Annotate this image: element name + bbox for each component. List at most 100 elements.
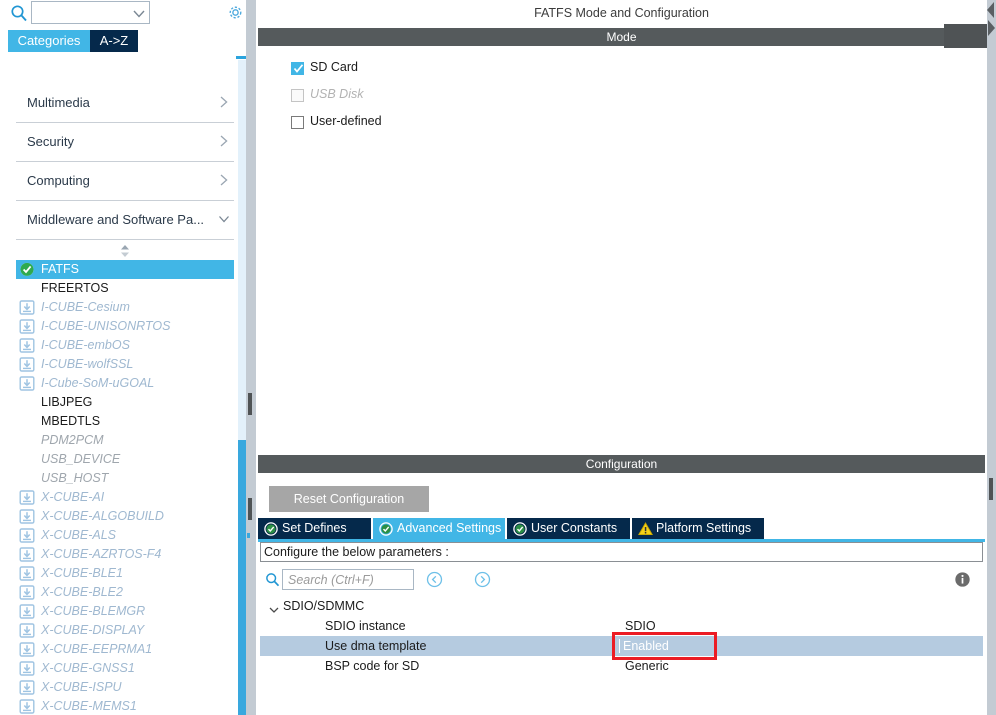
- list-item[interactable]: MBEDTLS: [16, 412, 234, 431]
- download-pack-icon: [19, 300, 35, 315]
- tab-platform-settings[interactable]: Platform Settings: [632, 518, 764, 539]
- category-label: Multimedia: [27, 95, 90, 110]
- mode-option-label: SD Card: [310, 60, 358, 74]
- download-pack-icon: [19, 490, 35, 505]
- table-row[interactable]: Use dma template Enabled: [260, 632, 983, 660]
- checkbox-user-defined[interactable]: [291, 116, 304, 129]
- download-pack-icon: [19, 319, 35, 334]
- list-item[interactable]: X-CUBE-BLE2: [16, 583, 234, 602]
- check-circle-green-icon: [19, 262, 35, 277]
- list-item[interactable]: X-CUBE-BLEMGR: [16, 602, 234, 621]
- download-pack-icon: [19, 566, 35, 581]
- category-group-multimedia[interactable]: Multimedia: [16, 84, 234, 123]
- list-item[interactable]: X-CUBE-AZRTOS-F4: [16, 545, 234, 564]
- download-pack-icon: [19, 680, 35, 695]
- list-item[interactable]: X-CUBE-DISPLAY: [16, 621, 234, 640]
- list-item[interactable]: X-CUBE-AI: [16, 488, 234, 507]
- tab-a-to-z[interactable]: A->Z: [90, 30, 138, 52]
- parameter-search-input[interactable]: [286, 572, 410, 588]
- category-group-computing[interactable]: Computing: [16, 162, 234, 201]
- list-item-label: X-CUBE-DISPLAY: [41, 623, 145, 637]
- chevron-left-circle-icon[interactable]: [426, 571, 443, 588]
- chevron-down-icon[interactable]: [133, 8, 145, 18]
- window-right-grip[interactable]: [989, 478, 993, 500]
- component-browser-panel: Categories A->Z Multimedia Security Comp…: [0, 0, 250, 715]
- divider-grip-bottom[interactable]: [248, 498, 252, 520]
- tree-group-sdio-sdmmc[interactable]: SDIO/SDMMC: [260, 596, 983, 616]
- parameter-value: Enabled: [623, 639, 669, 653]
- list-item-label: I-CUBE-wolfSSL: [41, 357, 134, 371]
- list-item[interactable]: X-CUBE-ISPU: [16, 678, 234, 697]
- list-item-label: USB_DEVICE: [41, 452, 121, 466]
- chevron-right-circle-icon[interactable]: [474, 571, 491, 588]
- category-group-middleware[interactable]: Middleware and Software Pa...: [16, 201, 234, 240]
- configuration-panel: FATFS Mode and Configuration Mode SD Car…: [256, 0, 987, 715]
- component-search-row: [0, 0, 250, 28]
- parameter-value: SDIO: [625, 619, 656, 633]
- list-item[interactable]: FREERTOS: [16, 279, 234, 298]
- component-list-scrollbar-thumb[interactable]: [238, 440, 246, 715]
- tab-categories[interactable]: Categories: [8, 30, 90, 52]
- list-item-label: I-CUBE-embOS: [41, 338, 130, 352]
- search-icon: [10, 4, 28, 22]
- tab-advanced-settings[interactable]: Advanced Settings: [373, 518, 505, 539]
- list-item[interactable]: I-CUBE-Cesium: [16, 298, 234, 317]
- checkbox-sd-card[interactable]: [291, 62, 304, 75]
- list-item[interactable]: X-CUBE-ALGOBUILD: [16, 507, 234, 526]
- component-search-combo[interactable]: [31, 1, 150, 24]
- divider-grip-top[interactable]: [248, 393, 252, 415]
- list-item-label: X-CUBE-ISPU: [41, 680, 122, 694]
- list-item[interactable]: USB_HOST: [16, 469, 234, 488]
- table-row[interactable]: BSP code for SD Generic: [260, 656, 983, 676]
- parameter-tree: SDIO/SDMMC SDIO instance SDIO Use dma te…: [260, 596, 983, 714]
- parameter-search-box[interactable]: [282, 569, 414, 590]
- component-search-input[interactable]: [35, 4, 131, 21]
- list-item[interactable]: LIBJPEG: [16, 393, 234, 412]
- category-group-security[interactable]: Security: [16, 123, 234, 162]
- list-item[interactable]: USB_DEVICE: [16, 450, 234, 469]
- sort-updown-icon[interactable]: [0, 242, 250, 260]
- configuration-tabs: Set Defines Advanced Settings User Constan…: [258, 518, 985, 540]
- chevron-down-icon[interactable]: [269, 601, 279, 613]
- parameter-value-editor[interactable]: Enabled: [615, 637, 714, 655]
- checkbox-usb-disk: [291, 89, 304, 102]
- list-item[interactable]: I-CUBE-wolfSSL: [16, 355, 234, 374]
- configure-hint-text: Configure the below parameters :: [264, 545, 449, 559]
- warning-triangle-icon: [638, 522, 653, 536]
- reset-configuration-button[interactable]: Reset Configuration: [269, 486, 429, 512]
- parameter-name: Use dma template: [325, 639, 427, 653]
- list-item-label: X-CUBE-AI: [41, 490, 105, 504]
- tab-set-defines[interactable]: Set Defines: [258, 518, 371, 539]
- list-item[interactable]: X-CUBE-ALS: [16, 526, 234, 545]
- tab-user-constants[interactable]: User Constants: [507, 518, 630, 539]
- list-item[interactable]: I-CUBE-UNISONRTOS: [16, 317, 234, 336]
- list-item-label: X-CUBE-BLE1: [41, 566, 123, 580]
- info-icon[interactable]: [954, 571, 971, 588]
- list-item-label: FREERTOS: [41, 281, 109, 295]
- panel-collapse-arrows[interactable]: [975, 0, 996, 48]
- list-item[interactable]: I-CUBE-embOS: [16, 336, 234, 355]
- configuration-section-header: Configuration: [258, 455, 985, 473]
- list-item[interactable]: FATFS: [16, 260, 234, 279]
- list-item-label: X-CUBE-BLE2: [41, 585, 123, 599]
- panel-divider[interactable]: [246, 0, 256, 715]
- app-window: Categories A->Z Multimedia Security Comp…: [0, 0, 996, 715]
- list-item-label: X-CUBE-ALGOBUILD: [41, 509, 164, 523]
- gear-icon[interactable]: [227, 4, 244, 21]
- list-item[interactable]: X-CUBE-BLE1: [16, 564, 234, 583]
- list-item[interactable]: X-CUBE-EEPRMA1: [16, 640, 234, 659]
- list-item-label: X-CUBE-MEMS1: [41, 699, 137, 713]
- configuration-section-body: Reset Configuration Set Defines Advanced …: [258, 473, 985, 715]
- download-pack-icon: [19, 509, 35, 524]
- list-item[interactable]: I-Cube-SoM-uGOAL: [16, 374, 234, 393]
- chevron-right-icon: [218, 173, 230, 187]
- list-item[interactable]: X-CUBE-MEMS1: [16, 697, 234, 715]
- check-circle-icon: [513, 522, 527, 536]
- tree-group-label: SDIO/SDMMC: [283, 599, 365, 613]
- list-item[interactable]: PDM2PCM: [16, 431, 234, 450]
- list-item[interactable]: X-CUBE-GNSS1: [16, 659, 234, 678]
- download-pack-icon: [19, 547, 35, 562]
- tab-label: Set Defines: [282, 521, 347, 535]
- table-row[interactable]: SDIO instance SDIO: [260, 616, 983, 636]
- window-right-frame[interactable]: [987, 0, 996, 715]
